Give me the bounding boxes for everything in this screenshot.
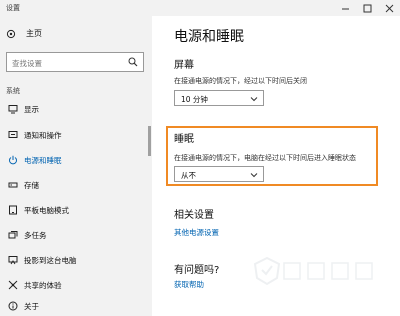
notification-icon — [8, 130, 18, 140]
search-placeholder: 查找设置 — [12, 59, 42, 68]
sidebar-item-label: 显示 — [24, 105, 39, 114]
get-help-link[interactable]: 获取帮助 — [174, 279, 204, 290]
sidebar-item-about[interactable]: 关于 — [0, 297, 152, 315]
storage-icon — [8, 180, 18, 190]
sidebar-item-label: 多任务 — [24, 231, 47, 240]
sidebar-item-project[interactable]: 投影到这台电脑 — [0, 251, 152, 269]
sidebar-item-label: 存储 — [24, 181, 39, 190]
sidebar-item-label: 通知和操作 — [24, 131, 62, 140]
sidebar-section-label: 系统 — [6, 87, 20, 95]
close-button[interactable] — [378, 0, 400, 16]
shared-experiences-icon — [8, 280, 18, 290]
sidebar: 主页 查找设置 系统 显示 通知和操作 电源和睡眠 存储 平板电脑模式 多任务 … — [0, 16, 152, 316]
home-gear-icon — [6, 29, 16, 38]
minimize-icon — [341, 8, 349, 9]
minimize-button[interactable] — [334, 0, 356, 16]
search-input[interactable]: 查找设置 — [6, 52, 144, 72]
title-bar: 设置 — [0, 0, 400, 16]
screen-timeout-dropdown[interactable]: 10 分钟 — [174, 90, 264, 106]
watermark-shield-icon — [253, 256, 281, 286]
sidebar-item-display[interactable]: 显示 — [0, 100, 152, 118]
sidebar-home[interactable]: 主页 — [6, 28, 42, 39]
sidebar-home-label: 主页 — [26, 29, 42, 38]
power-icon — [8, 155, 18, 165]
watermark-logo — [252, 246, 398, 296]
sidebar-item-label: 投影到这台电脑 — [24, 256, 77, 265]
sidebar-item-multitasking[interactable]: 多任务 — [0, 226, 152, 244]
screen-heading: 屏幕 — [174, 60, 194, 71]
questions-heading: 有问题吗? — [174, 265, 220, 276]
window-controls — [334, 0, 400, 16]
page-title: 电源和睡眠 — [174, 29, 244, 45]
sidebar-item-notifications[interactable]: 通知和操作 — [0, 126, 152, 144]
sidebar-item-label: 电源和睡眠 — [24, 156, 62, 165]
sidebar-item-shared-experiences[interactable]: 共享的体验 — [0, 276, 152, 294]
tablet-mode-icon — [8, 205, 18, 215]
sidebar-item-label: 平板电脑模式 — [24, 206, 69, 215]
sidebar-item-storage[interactable]: 存储 — [0, 176, 152, 194]
additional-power-settings-link[interactable]: 其他电源设置 — [174, 227, 219, 238]
sidebar-item-power-sleep[interactable]: 电源和睡眠 — [0, 151, 152, 169]
monitor-icon — [8, 104, 18, 114]
sidebar-item-tablet-mode[interactable]: 平板电脑模式 — [0, 201, 152, 219]
watermark-text-graphic — [283, 262, 373, 280]
info-icon — [8, 301, 18, 311]
screen-description: 在接通电源的情况下，经过以下时间后关闭 — [174, 77, 307, 85]
window-title: 设置 — [6, 4, 20, 12]
sidebar-scrollbar[interactable] — [148, 126, 151, 156]
related-settings-heading: 相关设置 — [174, 210, 214, 221]
screen-timeout-value: 10 分钟 — [181, 95, 208, 104]
multitasking-icon — [8, 230, 18, 240]
sidebar-item-label: 共享的体验 — [24, 281, 62, 290]
sidebar-item-label: 关于 — [24, 302, 39, 311]
maximize-button[interactable] — [356, 0, 378, 16]
chevron-down-icon — [250, 97, 258, 102]
search-icon — [128, 57, 138, 67]
maximize-icon — [363, 4, 371, 12]
project-icon — [8, 255, 18, 265]
sleep-section-highlight — [166, 126, 378, 186]
close-icon — [385, 4, 393, 12]
